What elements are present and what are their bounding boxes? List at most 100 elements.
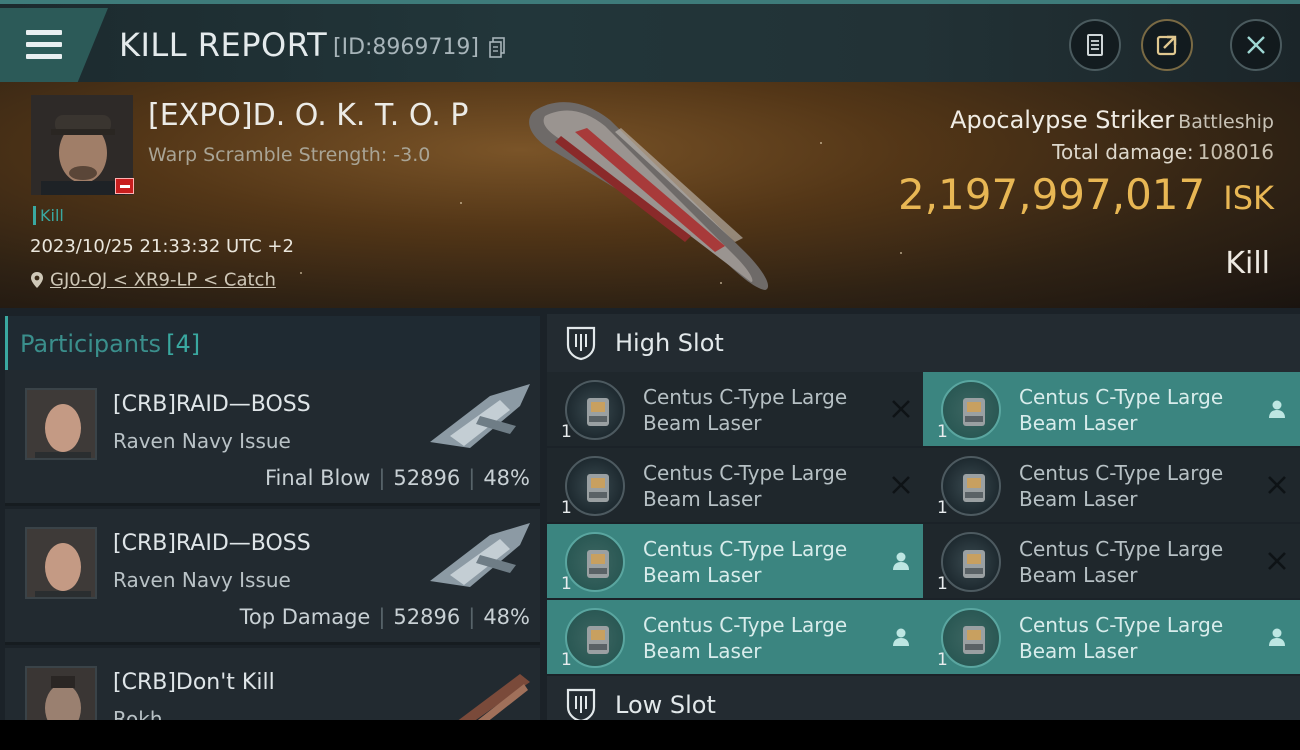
- clipboard-icon: [1087, 34, 1103, 56]
- participant-damage: 52896: [393, 605, 461, 629]
- avatar[interactable]: [25, 527, 97, 599]
- participants-label: Participants: [20, 330, 161, 358]
- participant-ship: Rokh: [113, 707, 163, 720]
- kill-tag: Kill: [33, 206, 64, 225]
- participant-stats: Final Blow | 52896 | 48%: [265, 466, 530, 490]
- slot-item[interactable]: 1 Centus C-Type Large Beam Laser: [923, 524, 1300, 598]
- person-icon: [893, 552, 909, 570]
- x-icon: [1268, 552, 1286, 570]
- isk-value-row: 2,197,997,017 ISK: [898, 170, 1274, 219]
- isk-value: 2,197,997,017: [897, 170, 1206, 219]
- slot-item[interactable]: 1 Centus C-Type Large Beam Laser: [923, 600, 1300, 674]
- item-name: Centus C-Type Large Beam Laser: [643, 613, 848, 663]
- participant-ship-image: [458, 674, 530, 720]
- close-button[interactable]: [1230, 19, 1282, 71]
- module-icon: [565, 532, 625, 592]
- total-damage-value: 108016: [1197, 140, 1274, 164]
- participant-damage: 52896: [393, 466, 461, 490]
- module-icon: [941, 608, 1001, 668]
- module-icon: [941, 456, 1001, 516]
- module-icon: [941, 532, 1001, 592]
- top-bar: KILL REPORT [ID:8969719]: [0, 0, 1300, 82]
- slot-item[interactable]: 1 Centus C-Type Large Beam Laser: [547, 448, 924, 522]
- slot-item[interactable]: 1 Centus C-Type Large Beam Laser: [923, 372, 1300, 446]
- share-button[interactable]: [1141, 19, 1193, 71]
- x-icon: [892, 400, 910, 418]
- close-icon: [1247, 36, 1265, 54]
- item-quantity: 1: [937, 574, 948, 594]
- item-quantity: 1: [937, 498, 948, 518]
- avatar[interactable]: [25, 666, 97, 720]
- participant-ship: Raven Navy Issue: [113, 429, 291, 453]
- x-icon: [1268, 476, 1286, 494]
- module-icon: [941, 380, 1001, 440]
- victim-ship[interactable]: Apocalypse Striker Battleship: [950, 106, 1274, 134]
- kill-report-screen: KILL REPORT [ID:8969719] [EXPO]D. O. K. …: [0, 0, 1300, 720]
- location-link[interactable]: GJ0-OJ < XR9-LP < Catch: [50, 270, 276, 291]
- ship-class: Battleship: [1178, 111, 1274, 133]
- warp-scramble-strength: Warp Scramble Strength: -3.0: [148, 144, 431, 166]
- person-icon: [893, 628, 909, 646]
- slot-shield-icon: [566, 688, 596, 720]
- module-icon: [565, 608, 625, 668]
- ship-name: Apocalypse Striker: [950, 106, 1175, 134]
- item-name: Centus C-Type Large Beam Laser: [1019, 461, 1224, 511]
- participant-name: [CRB]RAID—BOSS: [113, 392, 311, 417]
- kill-type: Kill: [1225, 246, 1270, 281]
- module-icon: [565, 380, 625, 440]
- menu-button[interactable]: [0, 8, 108, 82]
- slot-item[interactable]: 1 Centus C-Type Large Beam Laser: [547, 524, 924, 598]
- kill-location[interactable]: GJ0-OJ < XR9-LP < Catch: [30, 269, 276, 291]
- participants-count: [4]: [166, 330, 201, 358]
- person-icon: [1269, 400, 1285, 418]
- item-name: Centus C-Type Large Beam Laser: [643, 385, 848, 435]
- participant-ship-image: [430, 523, 530, 587]
- page-title: KILL REPORT: [119, 26, 328, 64]
- location-pin-icon: [31, 272, 43, 288]
- item-name: Centus C-Type Large Beam Laser: [1019, 385, 1224, 435]
- low-slot-label: Low Slot: [615, 691, 716, 719]
- participant-stats: Top Damage | 52896 | 48%: [239, 605, 530, 629]
- hostile-badge: [115, 178, 134, 194]
- slot-item[interactable]: 1 Centus C-Type Large Beam Laser: [923, 448, 1300, 522]
- participant-ship-image: [430, 384, 530, 448]
- participants-panel: Participants [4] [CRB]RAID—BOSS Raven Na…: [0, 308, 542, 720]
- participant-percent: 48%: [483, 466, 530, 490]
- bottom-bar: [0, 720, 1300, 750]
- fitting-slots-panel: High Slot 1 Centus C-Type Large Beam Lase…: [542, 308, 1300, 720]
- high-slot-label: High Slot: [615, 329, 724, 357]
- victim-name[interactable]: [EXPO]D. O. K. T. O. P: [148, 98, 468, 133]
- avatar[interactable]: [25, 388, 97, 460]
- item-quantity: 1: [937, 650, 948, 670]
- high-slot-header: High Slot: [547, 314, 1300, 372]
- module-icon: [565, 456, 625, 516]
- clipboard-button[interactable]: [1069, 19, 1121, 71]
- item-quantity: 1: [561, 498, 572, 518]
- share-icon: [1156, 35, 1177, 56]
- participant-name: [CRB]Don't Kill: [113, 670, 275, 695]
- participant-row[interactable]: [CRB]RAID—BOSS Raven Navy Issue Final Bl…: [5, 370, 540, 506]
- participant-ship: Raven Navy Issue: [113, 568, 291, 592]
- item-quantity: 1: [937, 422, 948, 442]
- item-name: Centus C-Type Large Beam Laser: [643, 461, 848, 511]
- item-name: Centus C-Type Large Beam Laser: [1019, 537, 1224, 587]
- participant-row[interactable]: [CRB]RAID—BOSS Raven Navy Issue Top Dama…: [5, 509, 540, 645]
- item-quantity: 1: [561, 574, 572, 594]
- copy-icon[interactable]: [489, 37, 505, 59]
- item-name: Centus C-Type Large Beam Laser: [643, 537, 848, 587]
- victim-ship-image: [529, 102, 769, 290]
- person-icon: [1269, 628, 1285, 646]
- participant-name: [CRB]RAID—BOSS: [113, 531, 311, 556]
- participant-row[interactable]: [CRB]Don't Kill Rokh: [5, 648, 540, 720]
- item-name: Centus C-Type Large Beam Laser: [1019, 613, 1224, 663]
- item-quantity: 1: [561, 650, 572, 670]
- low-slot-header: Low Slot: [547, 676, 1300, 720]
- slot-item[interactable]: 1 Centus C-Type Large Beam Laser: [547, 600, 924, 674]
- victim-banner: [EXPO]D. O. K. T. O. P Warp Scramble Str…: [0, 82, 1300, 308]
- participant-role: Final Blow: [265, 466, 371, 490]
- slot-shield-icon: [566, 326, 596, 361]
- participants-header: Participants [4]: [5, 316, 540, 372]
- slot-item[interactable]: 1 Centus C-Type Large Beam Laser: [547, 372, 924, 446]
- kill-timestamp: 2023/10/25 21:33:32 UTC +2: [30, 236, 294, 257]
- participant-percent: 48%: [483, 605, 530, 629]
